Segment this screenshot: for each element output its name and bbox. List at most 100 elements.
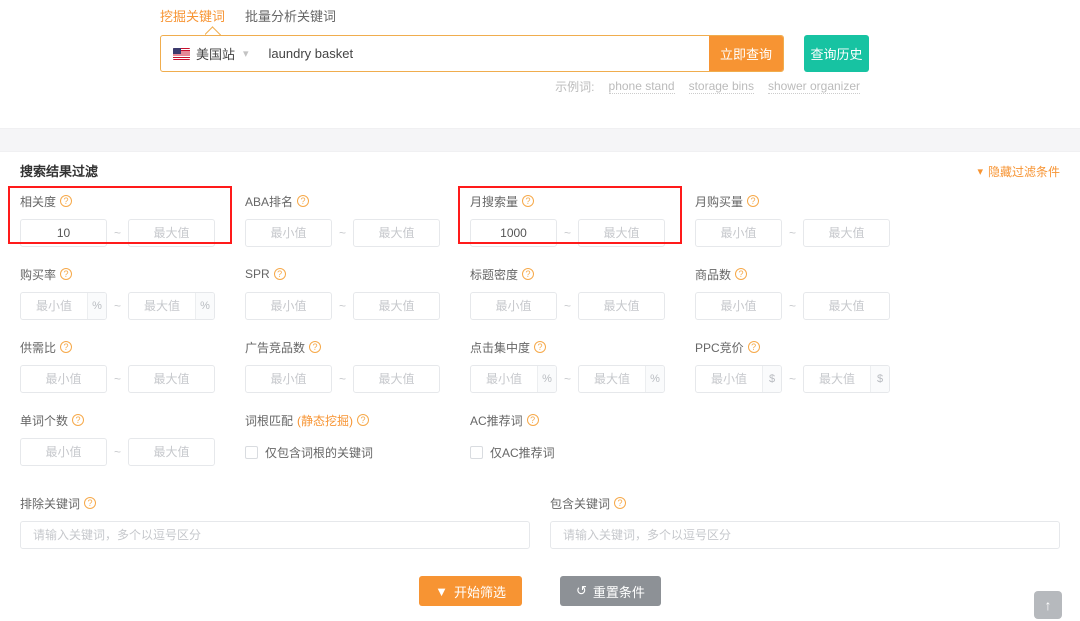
example-word-1[interactable]: storage bins [689,79,754,94]
help-icon[interactable]: ? [60,341,72,353]
range-inputs: ~ [470,292,695,320]
search-box: 美国站 ▾ 立即查询 [160,35,784,72]
range-separator: ~ [114,445,121,459]
example-word-2[interactable]: shower organizer [768,79,860,94]
min-input[interactable] [246,293,331,319]
max-input[interactable] [579,293,664,319]
help-icon[interactable]: ? [522,268,534,280]
help-icon[interactable]: ? [297,195,309,207]
min-input[interactable] [696,366,762,392]
reset-conditions-button[interactable]: ↺ 重置条件 [560,576,661,606]
reset-conditions-label: 重置条件 [593,582,645,601]
max-input[interactable] [129,439,214,465]
min-input[interactable] [21,293,87,319]
min-input-wrapper [245,292,332,320]
help-icon[interactable]: ? [60,268,72,280]
max-input[interactable] [129,293,195,319]
max-input[interactable] [804,366,870,392]
max-input[interactable] [354,220,439,246]
help-icon[interactable]: ? [357,414,369,426]
exclude-keywords-input[interactable] [20,521,530,549]
filter-field-4: 购买率?%~% [20,261,245,334]
example-words: 示例词: phone stand storage bins shower org… [160,78,860,95]
help-icon[interactable]: ? [522,195,534,207]
min-input[interactable] [471,293,556,319]
min-input-wrapper [695,292,782,320]
filter-field-label: 月购买量 [695,193,743,210]
unit-suffix: % [195,293,214,319]
min-input[interactable] [696,220,781,246]
max-input[interactable] [129,220,214,246]
range-separator: ~ [789,299,796,313]
max-input[interactable] [804,293,889,319]
min-input[interactable] [21,220,106,246]
filter-field-label-row: ABA排名? [245,192,470,210]
checkbox-icon[interactable] [470,446,483,459]
min-input[interactable] [471,366,537,392]
filter-panel: 搜索结果过滤 ▾ 隐藏过滤条件 相关度?~ABA排名?~月搜索量?~月购买量?~… [0,152,1080,606]
help-icon[interactable]: ? [60,195,72,207]
filter-field-label-row: 相关度? [20,192,245,210]
help-icon[interactable]: ? [747,195,759,207]
max-input[interactable] [579,220,664,246]
filter-field-0: 相关度?~ [20,188,245,261]
help-icon[interactable]: ? [527,414,539,426]
range-separator: ~ [564,299,571,313]
filter-field-7: 商品数?~ [695,261,920,334]
hide-filters-link[interactable]: ▾ 隐藏过滤条件 [977,163,1060,180]
help-icon[interactable]: ? [748,341,760,353]
min-input[interactable] [696,293,781,319]
filter-field-9: 广告竞品数?~ [245,334,470,407]
max-input[interactable] [129,366,214,392]
include-keywords-label: 包含关键词 [550,495,610,512]
min-input[interactable] [246,366,331,392]
refresh-icon: ↺ [576,583,587,599]
max-input-wrapper [128,365,215,393]
filter-checkbox-field-0: 词根匹配(静态挖掘)?仅包含词根的关键词 [245,407,470,480]
us-flag-icon [173,48,190,60]
max-input[interactable] [579,366,645,392]
example-word-0[interactable]: phone stand [609,79,675,94]
checkbox-option[interactable]: 仅AC推荐词 [470,438,695,466]
checkbox-option[interactable]: 仅包含词根的关键词 [245,438,470,466]
tab-batch-analyze-keywords[interactable]: 批量分析关键词 [245,8,336,26]
help-icon[interactable]: ? [735,268,747,280]
help-icon[interactable]: ? [72,414,84,426]
filter-field-label-row: 购买率? [20,265,245,283]
min-input-wrapper [20,365,107,393]
range-inputs: ~ [20,438,245,466]
country-select[interactable]: 美国站 ▾ [161,36,259,71]
min-input[interactable] [471,220,556,246]
help-icon[interactable]: ? [309,341,321,353]
tab-mine-keywords[interactable]: 挖掘关键词 [160,8,225,26]
min-input-wrapper: % [470,365,557,393]
exclude-keywords-label-row: 排除关键词 ? [20,494,530,512]
min-input[interactable] [21,366,106,392]
help-icon[interactable]: ? [274,268,286,280]
filter-icon: ▼ [435,584,448,599]
range-separator: ~ [789,226,796,240]
help-icon[interactable]: ? [614,497,626,509]
max-input[interactable] [354,366,439,392]
filter-field-3: 月购买量? ~ [695,188,920,261]
filter-field-label-row: PPC竞价? [695,338,920,356]
max-input[interactable] [354,293,439,319]
search-input[interactable] [259,36,710,71]
min-input[interactable] [21,439,106,465]
search-history-button[interactable]: 查询历史 [804,35,869,72]
filter-field-label: AC推荐词 [470,412,523,429]
filter-field-label: 广告竞品数 [245,339,305,356]
max-input-wrapper [803,219,890,247]
filter-field-8: 供需比?~ [20,334,245,407]
search-button[interactable]: 立即查询 [709,35,783,72]
help-icon[interactable]: ? [84,497,96,509]
start-filter-button[interactable]: ▼ 开始筛选 [419,576,522,606]
range-inputs: ~ [470,219,695,247]
back-to-top-button[interactable]: ↑ [1034,591,1062,619]
max-input[interactable] [804,220,889,246]
checkbox-icon[interactable] [245,446,258,459]
include-keywords-input[interactable] [550,521,1060,549]
min-input[interactable] [246,220,331,246]
filter-field-label-row: 广告竞品数? [245,338,470,356]
help-icon[interactable]: ? [534,341,546,353]
